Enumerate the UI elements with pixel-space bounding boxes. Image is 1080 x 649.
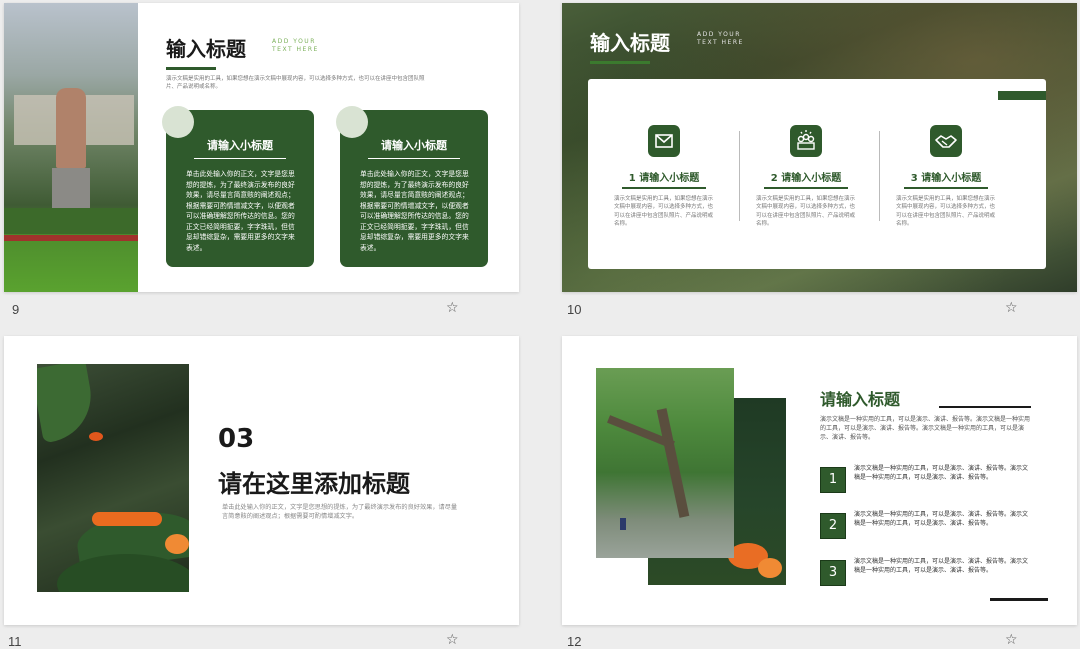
bottom-rule <box>990 598 1048 601</box>
title-underline <box>166 67 216 70</box>
list-item-text: 演示文稿是一种实用的工具，可以是演示、演讲、报告等。演示文稿是一种实用的工具，可… <box>854 558 1029 574</box>
tree-photo <box>596 368 734 558</box>
feature-column-2: 2 请输入小标题 演示文稿是实用的工具，如果您想在演示文稿中展现内容，可以选择多… <box>756 125 856 228</box>
feature-body: 演示文稿是实用的工具，如果您想在演示文稿中展现内容，可以选择多种方式，也可以在讲… <box>756 196 856 227</box>
list-item-text: 演示文稿是一种实用的工具，可以是演示、演讲、报告等。演示文稿是一种实用的工具，可… <box>854 465 1029 481</box>
slide-11-thumbnail[interactable]: 03 请在这里添加标题 单击此处输入你的正文，文字是您思想的提炼，为了最终演示发… <box>4 336 519 625</box>
slide-description: 演示文稿是一种实用的工具，可以是演示、演讲、报告等。演示文稿是一种实用的工具，可… <box>820 416 1031 441</box>
column-separator <box>879 131 880 221</box>
feature-underline <box>904 187 988 189</box>
title-rule <box>939 406 1031 408</box>
content-card-2: 请输入小标题 单击此处输入你的正文，文字是您思想的提炼，为了最终演示发布的良好效… <box>336 106 488 267</box>
feature-column-1: 1 请输入小标题 演示文稿是实用的工具，如果您想在演示文稿中展现内容，可以选择多… <box>614 125 714 228</box>
feature-column-3: 3 请输入小标题 演示文稿是实用的工具，如果您想在演示文稿中展现内容，可以选择多… <box>896 125 996 228</box>
feature-underline <box>764 187 848 189</box>
feature-title: 1 请输入小标题 <box>628 173 700 184</box>
slide-title: 请输入标题 <box>820 390 901 409</box>
number-badge: 3 <box>820 560 846 586</box>
column-separator <box>739 131 740 221</box>
slide-title: 请在这里添加标题 <box>218 470 410 498</box>
feature-underline <box>622 187 706 189</box>
number-badge: 2 <box>820 513 846 539</box>
statue-photo <box>4 3 138 292</box>
card-title: 请输入小标题 <box>381 139 447 152</box>
list-item: 1 演示文稿是一种实用的工具，可以是演示、演讲、报告等。演示文稿是一种实用的工具… <box>820 464 1030 498</box>
section-number: 03 <box>218 424 255 454</box>
feature-title: 3 请输入小标题 <box>910 173 982 184</box>
accent-bar <box>998 91 1046 100</box>
star-icon[interactable]: ☆ <box>1005 632 1018 648</box>
list-item-text: 演示文稿是一种实用的工具，可以是演示、演讲、报告等。演示文稿是一种实用的工具，可… <box>854 511 1029 527</box>
card-divider <box>194 158 286 159</box>
slide-title: 输入标题 <box>590 31 670 55</box>
content-card-1: 请输入小标题 单击此处输入你的正文，文字是您思想的提炼，为了最终演示发布的良好效… <box>162 106 314 267</box>
slide-number: 9 <box>12 302 20 317</box>
mail-icon <box>648 125 680 157</box>
slide-body: 单击此处输入你的正文，文字是您思想的提炼，为了最终演示发布的良好效果，请尽量言简… <box>222 504 458 521</box>
content-panel: 1 请输入小标题 演示文稿是实用的工具，如果您想在演示文稿中展现内容，可以选择多… <box>588 79 1046 269</box>
feature-body: 演示文稿是实用的工具，如果您想在演示文稿中展现内容，可以选择多种方式，也可以在讲… <box>614 196 714 227</box>
handshake-icon <box>930 125 962 157</box>
card-divider <box>368 158 460 159</box>
slide-description: 演示文稿是实用的工具，如果您想在演示文稿中展现内容，可以选择多种方式，也可以在讲… <box>166 76 425 91</box>
card-corner-circle <box>162 106 194 138</box>
title-underline <box>590 61 650 64</box>
english-subtitle: ADD YOUR TEXT HERE <box>272 38 319 54</box>
number-badge: 1 <box>820 467 846 493</box>
feature-body: 演示文稿是实用的工具，如果您想在演示文稿中展现内容，可以选择多种方式，也可以在讲… <box>896 196 996 227</box>
card-corner-circle <box>336 106 368 138</box>
slide-title: 输入标题 <box>166 37 246 61</box>
slide-number: 10 <box>567 302 582 317</box>
english-subtitle: ADD YOUR TEXT HERE <box>697 31 744 47</box>
slide-12-thumbnail[interactable]: 请输入标题 演示文稿是一种实用的工具，可以是演示、演讲、报告等。演示文稿是一种实… <box>562 336 1077 625</box>
slide-9-thumbnail[interactable]: 输入标题 ADD YOUR TEXT HERE 演示文稿是实用的工具，如果您想在… <box>4 3 519 292</box>
list-item: 2 演示文稿是一种实用的工具，可以是演示、演讲、报告等。演示文稿是一种实用的工具… <box>820 510 1030 544</box>
card-body: 单击此处输入你的正文，文字是您思想的提炼，为了最终演示发布的良好效果，请尽量言简… <box>360 170 469 252</box>
feature-title: 2 请输入小标题 <box>770 173 842 184</box>
flower-photo <box>37 364 189 592</box>
list-item: 3 演示文稿是一种实用的工具，可以是演示、演讲、报告等。演示文稿是一种实用的工具… <box>820 557 1030 591</box>
star-icon[interactable]: ☆ <box>1005 300 1018 316</box>
card-body: 单击此处输入你的正文，文字是您思想的提炼，为了最终演示发布的良好效果，请尽量言简… <box>186 170 295 252</box>
star-icon[interactable]: ☆ <box>446 300 459 316</box>
star-icon[interactable]: ☆ <box>446 632 459 648</box>
slide-10-thumbnail[interactable]: 输入标题 ADD YOUR TEXT HERE 1 请输入小标题 演示文稿是实用… <box>562 3 1077 292</box>
card-title: 请输入小标题 <box>207 139 273 152</box>
team-icon <box>790 125 822 157</box>
